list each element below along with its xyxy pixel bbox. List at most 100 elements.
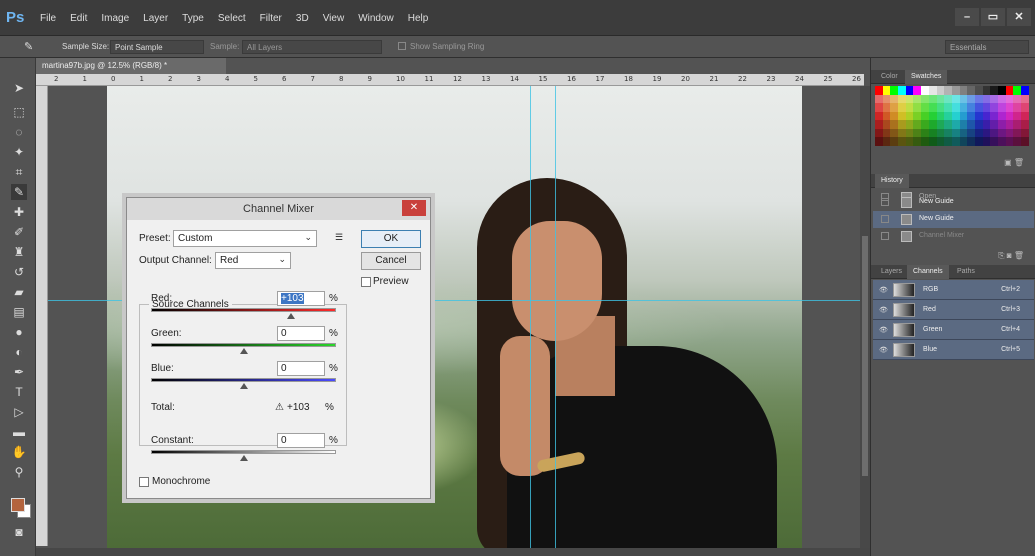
ok-button[interactable]: OK	[361, 230, 421, 248]
color-swatch[interactable]	[959, 94, 968, 103]
color-swatch[interactable]	[982, 86, 991, 95]
color-swatch[interactable]	[959, 111, 968, 120]
color-swatch[interactable]	[1005, 120, 1014, 129]
color-swatch[interactable]	[1013, 103, 1022, 112]
color-swatch[interactable]	[921, 137, 929, 146]
color-swatch[interactable]	[905, 103, 914, 112]
document-tab[interactable]: martina97b.jpg @ 12.5% (RGB/8) *	[36, 58, 226, 74]
color-swatch[interactable]	[936, 128, 945, 137]
brush-tool-icon[interactable]: ✐	[11, 224, 27, 240]
color-swatch[interactable]	[898, 120, 906, 129]
scrollbar-thumb[interactable]	[862, 236, 868, 476]
color-swatch[interactable]	[967, 94, 975, 103]
eye-icon[interactable]: 👁	[879, 326, 888, 334]
color-swatch[interactable]	[875, 86, 883, 95]
color-swatch[interactable]	[990, 128, 998, 137]
quick-select-tool-icon[interactable]: ✦	[11, 144, 27, 160]
color-swatch[interactable]	[913, 86, 922, 95]
vertical-ruler[interactable]	[36, 86, 48, 546]
color-swatch[interactable]	[959, 103, 968, 112]
color-swatch[interactable]	[998, 128, 1006, 137]
eyedropper-tool-icon[interactable]: ✎	[24, 40, 38, 54]
color-swatch[interactable]	[928, 128, 937, 137]
color-swatch[interactable]	[998, 94, 1006, 103]
color-swatch[interactable]	[951, 94, 960, 103]
color-swatch[interactable]	[944, 103, 952, 112]
color-swatch[interactable]	[882, 94, 891, 103]
color-swatch[interactable]	[921, 128, 929, 137]
color-swatch[interactable]	[905, 128, 914, 137]
channel-row-red[interactable]: 👁 Red Ctrl+3	[873, 300, 1034, 320]
color-swatch[interactable]	[944, 120, 952, 129]
menu-window[interactable]: Window	[358, 13, 394, 24]
channel-row-rgb[interactable]: 👁 RGB Ctrl+2	[873, 280, 1034, 300]
green-input[interactable]: 0	[277, 326, 325, 341]
color-swatch[interactable]	[951, 137, 960, 146]
green-slider[interactable]	[151, 343, 336, 347]
constant-input[interactable]: 0	[277, 433, 325, 448]
color-swatch[interactable]	[890, 128, 899, 137]
blue-slider-knob[interactable]	[239, 383, 248, 389]
dialog-close-button[interactable]: ✕	[402, 200, 426, 216]
color-swatch[interactable]	[967, 103, 975, 112]
history-source-box[interactable]	[881, 198, 889, 206]
color-swatch[interactable]	[974, 86, 983, 95]
color-swatch[interactable]	[944, 137, 952, 146]
color-swatch[interactable]	[959, 128, 968, 137]
color-swatch[interactable]	[998, 103, 1006, 112]
color-swatch[interactable]	[959, 86, 968, 95]
guide-vertical-2[interactable]	[530, 86, 531, 548]
close-window-button[interactable]: ✕	[1007, 8, 1031, 26]
color-swatch[interactable]	[1021, 128, 1029, 137]
color-swatch[interactable]	[875, 137, 883, 146]
history-item-new-guide-2[interactable]: New Guide	[873, 211, 1034, 228]
channel-row-green[interactable]: 👁 Green Ctrl+4	[873, 320, 1034, 340]
color-swatch[interactable]	[959, 120, 968, 129]
color-swatch[interactable]	[875, 128, 883, 137]
color-swatch[interactable]	[951, 120, 960, 129]
hand-tool-icon[interactable]: ✋	[11, 444, 27, 460]
color-swatch[interactable]	[1021, 103, 1029, 112]
color-swatch[interactable]	[890, 120, 899, 129]
color-swatch[interactable]	[990, 137, 998, 146]
restore-button[interactable]: ▭	[981, 8, 1005, 26]
color-swatch[interactable]	[974, 137, 983, 146]
marquee-tool-icon[interactable]: ⬚	[11, 104, 27, 120]
color-swatch[interactable]	[875, 103, 883, 112]
color-swatch[interactable]	[898, 86, 906, 95]
color-swatch[interactable]	[875, 111, 883, 120]
color-swatch[interactable]	[1005, 103, 1014, 112]
color-swatch[interactable]	[959, 137, 968, 146]
menu-type[interactable]: Type	[182, 13, 204, 24]
cancel-button[interactable]: Cancel	[361, 252, 421, 270]
zoom-tool-icon[interactable]: ⚲	[11, 464, 27, 480]
color-swatch[interactable]	[967, 86, 975, 95]
color-swatch[interactable]	[921, 120, 929, 129]
tab-history[interactable]: History	[875, 174, 909, 188]
color-swatch[interactable]	[1013, 128, 1022, 137]
color-swatch[interactable]	[982, 111, 991, 120]
color-swatch[interactable]	[882, 103, 891, 112]
clone-stamp-tool-icon[interactable]: ♜	[11, 244, 27, 260]
color-swatch[interactable]	[936, 120, 945, 129]
color-swatch[interactable]	[913, 137, 922, 146]
horizontal-ruler[interactable]: 2 1 0 1 2 3 4 5 6 7 8 9 10 11 12 13 14 15 16 17 18 19 20 21 22 23…	[36, 74, 864, 86]
blur-tool-icon[interactable]: ●	[11, 324, 27, 340]
color-swatch[interactable]	[928, 86, 937, 95]
color-swatch[interactable]	[1021, 120, 1029, 129]
color-swatch[interactable]	[974, 120, 983, 129]
color-swatch[interactable]	[905, 86, 914, 95]
color-swatch[interactable]	[1021, 137, 1029, 146]
color-swatch[interactable]	[890, 86, 899, 95]
color-swatch[interactable]	[928, 137, 937, 146]
color-swatch[interactable]	[944, 111, 952, 120]
color-swatch[interactable]	[982, 128, 991, 137]
menu-filter[interactable]: Filter	[260, 13, 282, 24]
color-swatch[interactable]	[890, 111, 899, 120]
color-swatch[interactable]	[890, 94, 899, 103]
color-swatch[interactable]	[1013, 137, 1022, 146]
red-input[interactable]: +103	[277, 291, 325, 306]
history-source-box[interactable]	[881, 215, 889, 223]
move-tool-icon[interactable]: ➤	[11, 80, 27, 96]
path-select-tool-icon[interactable]: ▷	[11, 404, 27, 420]
